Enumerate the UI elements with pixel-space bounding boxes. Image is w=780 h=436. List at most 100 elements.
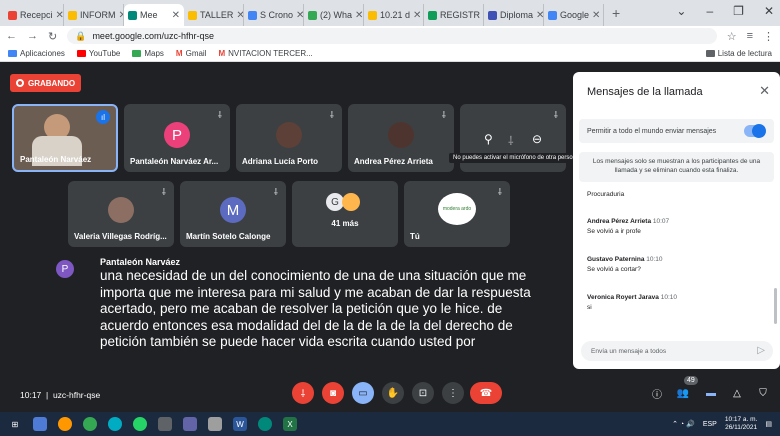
chat-scrollbar[interactable] <box>774 288 777 324</box>
chrome-icon[interactable] <box>83 417 97 431</box>
participant-tile[interactable]: ıl Pantaleón Narváez <box>12 104 118 172</box>
extensions-icon[interactable]: ≡ <box>747 30 753 42</box>
bookmark-youtube[interactable]: YouTube <box>76 49 120 58</box>
tab-close-icon[interactable]: ✕ <box>56 10 63 21</box>
maximize-button[interactable]: ❐ <box>733 4 744 18</box>
permission-toggle[interactable] <box>744 124 766 138</box>
chat-icon[interactable]: ▬ <box>700 382 722 404</box>
menu-icon[interactable]: ⋮ <box>763 30 774 43</box>
camera-button[interactable]: ◙ <box>322 382 344 404</box>
notifications-icon[interactable]: ▤ <box>765 420 772 428</box>
tab-close-icon[interactable]: ✕ <box>592 10 600 21</box>
browser-tab[interactable]: (2) Wha ✕ <box>304 4 364 26</box>
activities-icon[interactable]: △ <box>726 382 748 404</box>
more-options-button[interactable]: ⋮ <box>442 382 464 404</box>
language-indicator[interactable]: ESP <box>703 421 717 428</box>
leave-call-button[interactable]: ☎ <box>470 382 502 404</box>
pin-icon[interactable]: ⚲ <box>484 132 493 146</box>
mic-button[interactable]: ⸸ <box>292 382 314 404</box>
remove-participant-icon[interactable]: ⊖ <box>532 132 542 146</box>
tab-favicon-icon <box>428 10 437 20</box>
reload-icon[interactable]: ↻ <box>48 30 57 43</box>
taskbar-app-icon[interactable] <box>208 417 222 431</box>
bookmark-gmail[interactable]: M Gmail <box>176 49 207 58</box>
tab-favicon-icon <box>248 10 257 20</box>
mic-off-icon: ⸸ <box>329 110 334 120</box>
excel-icon[interactable]: X <box>283 417 297 431</box>
chat-message: Veronica Royert Jarava 10:10 si <box>587 294 677 311</box>
tab-favicon-icon <box>368 10 377 20</box>
chat-title: Mensajes de la llamada <box>587 86 703 98</box>
taskbar-app-icon[interactable] <box>158 417 172 431</box>
send-icon[interactable]: ▷ <box>757 345 765 356</box>
tab-favicon-icon <box>128 10 137 20</box>
tab-close-icon[interactable]: ✕ <box>296 10 303 21</box>
participant-tile[interactable]: ⸸ Adriana Lucía Porto <box>236 104 342 172</box>
chat-input-placeholder: Envía un mensaje a todos <box>591 347 667 355</box>
present-button[interactable]: ⊡ <box>412 382 434 404</box>
browser-tab[interactable]: TALLER ✕ <box>184 4 244 26</box>
browser-tab[interactable]: S Crono ✕ <box>244 4 304 26</box>
whatsapp-icon[interactable] <box>133 417 147 431</box>
close-icon[interactable]: ✕ <box>759 83 770 99</box>
browser-tab[interactable]: 10.21 d ✕ <box>364 4 424 26</box>
taskbar-app-icon[interactable] <box>33 417 47 431</box>
more-participants-tile[interactable]: G 41 más <box>292 181 398 247</box>
recording-badge[interactable]: GRABANDO <box>10 74 82 92</box>
captions-button[interactable]: ▭ <box>352 382 374 404</box>
word-icon[interactable]: W <box>233 417 247 431</box>
maps-icon <box>132 50 142 57</box>
participant-avatar: M <box>220 197 246 223</box>
back-icon[interactable]: ← <box>6 30 17 42</box>
chat-input[interactable]: Envía un mensaje a todos ▷ <box>581 341 773 361</box>
participant-count-badge: 49 <box>684 376 698 385</box>
participant-tile[interactable]: ⸸ Andrea Pérez Arrieta <box>348 104 454 172</box>
host-controls-icon[interactable]: ⛉ <box>752 382 774 404</box>
self-tile[interactable]: modera ardo ⸸ Tú <box>404 181 510 247</box>
windows-start-icon[interactable]: ⊞ <box>8 417 22 431</box>
tab-close-icon[interactable]: ✕ <box>172 10 180 21</box>
tab-favicon-icon <box>308 10 317 20</box>
raise-hand-button[interactable]: ✋ <box>382 382 404 404</box>
browser-tab[interactable]: INFORM✕ <box>64 4 124 26</box>
tab-label: Recepci <box>20 10 53 20</box>
new-tab-button[interactable]: + <box>604 5 628 21</box>
people-icon[interactable]: 👥 <box>672 382 694 404</box>
participant-tile[interactable]: ⸸ Valeria Villegas Rodríg... <box>68 181 174 247</box>
browser-tab[interactable]: Recepci ✕ <box>4 4 64 26</box>
participant-name: Pantaleón Narváez Ar... <box>130 157 219 166</box>
bookmark-apps[interactable]: Aplicaciones <box>8 49 65 58</box>
url-field[interactable]: 🔒 meet.google.com/uzc-hfhr-qse <box>67 28 717 44</box>
edge-icon[interactable] <box>108 417 122 431</box>
mic-off-icon: ⸸ <box>497 187 502 197</box>
browser-tab[interactable]: Google ✕ <box>544 4 604 26</box>
forward-icon[interactable]: → <box>27 30 38 42</box>
tab-close-icon[interactable]: ✕ <box>413 10 421 21</box>
participant-tile[interactable]: P ⸸ Pantaleón Narváez Ar... <box>124 104 230 172</box>
minimize-button[interactable]: – <box>706 4 713 18</box>
reading-list[interactable]: Lista de lectura <box>705 49 772 58</box>
bookmark-invitacion[interactable]: M NVITACION TERCER... <box>218 49 312 58</box>
browser-tab-bar: Recepci✕INFORM✕Mee✕TALLER✕S Crono✕(2) Wh… <box>0 0 780 26</box>
tray-icons[interactable]: ⌃ ◔ 🔊 <box>672 420 695 428</box>
tab-label: INFORM <box>80 10 116 20</box>
mute-participant-icon[interactable]: ⸸ <box>508 132 514 149</box>
tab-close-icon[interactable]: ✕ <box>355 10 363 21</box>
star-icon[interactable]: ☆ <box>727 30 737 43</box>
close-window-button[interactable]: ✕ <box>764 4 774 18</box>
tab-close-icon[interactable]: ✕ <box>236 10 243 21</box>
caption-text: una necesidad de un del conocimiento de … <box>100 268 531 349</box>
bookmark-maps[interactable]: Maps <box>132 49 164 58</box>
browser-tab[interactable]: Diploma ✕ <box>484 4 544 26</box>
info-icon[interactable]: ⓘ <box>646 382 668 404</box>
taskbar-app-icon[interactable] <box>258 417 272 431</box>
clock[interactable]: 10:17 a. m. 26/11/2021 <box>725 416 758 432</box>
firefox-icon[interactable] <box>58 417 72 431</box>
tab-close-icon[interactable]: ✕ <box>536 10 543 21</box>
browser-tab[interactable]: REGISTR✕ <box>424 4 484 26</box>
teams-icon[interactable] <box>183 417 197 431</box>
tab-search-icon[interactable]: ⌄ <box>676 4 686 18</box>
browser-tab[interactable]: Mee ✕ <box>124 4 184 26</box>
participant-tile[interactable]: M ⸸ Martín Sotelo Calonge <box>180 181 286 247</box>
mic-off-icon: ⸸ <box>441 110 446 120</box>
